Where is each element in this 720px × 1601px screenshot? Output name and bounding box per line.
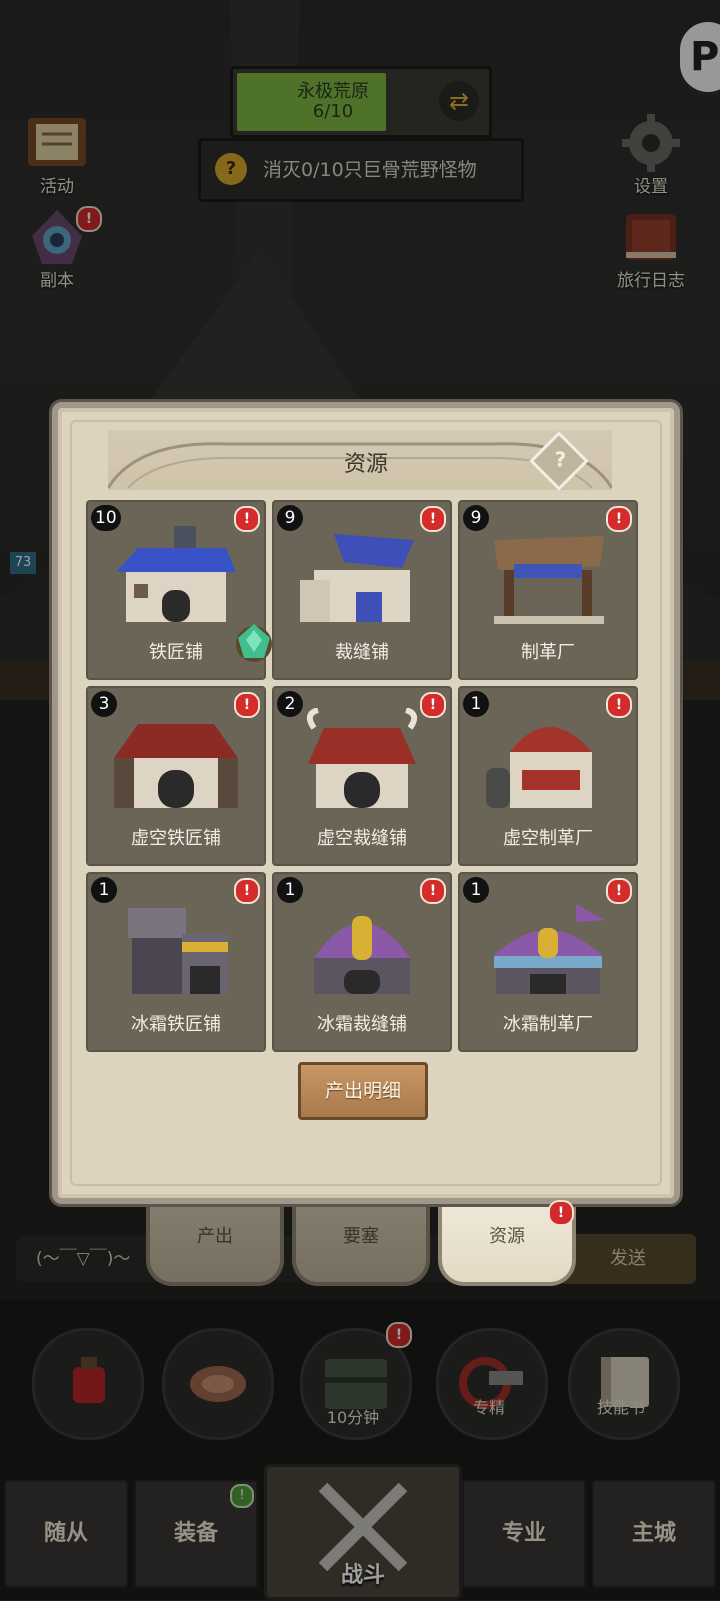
zone-progress-bar[interactable]: 永极荒原 6/10 ⇄ <box>230 66 492 138</box>
emerald-gem-icon[interactable] <box>232 620 276 664</box>
nav-battle-label: 战斗 <box>340 1563 385 1588</box>
building-grid: 10 ! 铁匠铺 9 ! 裁缝铺 9 ! 制革厂 3 ! 虚空铁匠铺 2 ! 虚… <box>86 500 638 1052</box>
swap-zone-icon[interactable]: ⇄ <box>439 81 479 121</box>
equipment-alert-badge: ! <box>230 1484 254 1508</box>
building-count: 1 <box>463 877 489 903</box>
building-count: 1 <box>277 877 303 903</box>
building-alert: ! <box>606 692 632 718</box>
building-card-void-tannery[interactable]: 1 ! 虚空制革厂 <box>458 686 638 866</box>
task-question-icon: ? <box>215 153 247 185</box>
specialization-button[interactable] <box>436 1328 548 1440</box>
gear-icon <box>622 114 680 172</box>
potion-icon <box>73 1357 105 1403</box>
building-name: 虚空制革厂 <box>503 828 593 849</box>
building-alert: ! <box>234 692 260 718</box>
building-card-frost-blacksmith[interactable]: 1 ! 冰霜铁匠铺 <box>86 872 266 1052</box>
building-alert: ! <box>606 878 632 904</box>
task-bar[interactable]: ? 消灭0/10只巨骨荒野怪物 <box>198 138 524 202</box>
skill-book-label: 技能书 <box>596 1398 645 1417</box>
tailor-icon <box>300 534 414 622</box>
dungeon-label: 副本 <box>40 271 74 291</box>
building-name: 裁缝铺 <box>335 642 389 663</box>
frost-tannery-icon <box>494 904 604 994</box>
chest-alert-badge: ! <box>386 1322 412 1348</box>
building-card-frost-tailor[interactable]: 1 ! 冰霜裁缝铺 <box>272 872 452 1052</box>
chest-timer-label: 10分钟 <box>326 1408 380 1427</box>
axe-icon <box>459 1357 523 1409</box>
building-card-tannery[interactable]: 9 ! 制革厂 <box>458 500 638 680</box>
settings-button[interactable]: 设置 <box>606 112 696 197</box>
level-badge: 73 <box>10 552 36 574</box>
events-button[interactable]: 活动 <box>12 112 102 197</box>
tab-resources-alert: ! <box>548 1200 574 1226</box>
building-alert: ! <box>606 506 632 532</box>
food-button[interactable] <box>162 1328 274 1440</box>
zone-count: 6/10 <box>312 101 354 122</box>
nav-main-city[interactable]: 主城 <box>592 1480 716 1588</box>
frost-blacksmith-icon <box>128 908 228 994</box>
building-card-tailor[interactable]: 9 ! 裁缝铺 <box>272 500 452 680</box>
nav-followers[interactable]: 随从 <box>4 1480 128 1588</box>
void-blacksmith-icon <box>114 724 238 808</box>
building-count: 10 <box>91 505 121 531</box>
building-name: 虚空裁缝铺 <box>317 828 407 849</box>
output-detail-button[interactable]: 产出明细 <box>298 1062 428 1120</box>
building-card-void-blacksmith[interactable]: 3 ! 虚空铁匠铺 <box>86 686 266 866</box>
void-tannery-icon <box>486 727 592 808</box>
building-alert: ! <box>234 878 260 904</box>
building-card-frost-tannery[interactable]: 1 ! 冰霜制革厂 <box>458 872 638 1052</box>
building-card-void-tailor[interactable]: 2 ! 虚空裁缝铺 <box>272 686 452 866</box>
building-name: 制革厂 <box>521 642 575 663</box>
potion-button[interactable] <box>32 1328 144 1440</box>
nav-battle[interactable]: 战斗 <box>264 1464 462 1600</box>
nav-profession[interactable]: 专业 <box>462 1480 586 1588</box>
building-count: 2 <box>277 691 303 717</box>
book-icon <box>626 214 676 260</box>
blacksmith-icon <box>116 526 236 622</box>
building-name: 冰霜铁匠铺 <box>131 1014 221 1035</box>
building-alert: ! <box>420 506 446 532</box>
skill-book-icon <box>601 1357 649 1407</box>
send-button[interactable]: 发送 <box>560 1234 696 1284</box>
building-name: 冰霜裁缝铺 <box>317 1014 407 1035</box>
tannery-icon <box>494 536 604 624</box>
skill-book-button[interactable] <box>568 1328 680 1440</box>
zone-title: 永极荒原 <box>297 81 369 102</box>
task-text: 消灭0/10只巨骨荒野怪物 <box>263 159 477 181</box>
tab-resources-label: 资源 <box>489 1226 525 1247</box>
building-count: 9 <box>277 505 303 531</box>
building-name: 冰霜制革厂 <box>503 1014 593 1035</box>
specialization-label: 专精 <box>472 1398 505 1417</box>
building-alert: ! <box>420 692 446 718</box>
tab-output-label: 产出 <box>197 1226 233 1247</box>
building-name: 虚空铁匠铺 <box>131 828 221 849</box>
dungeon-button[interactable]: 副本 ! <box>12 206 102 291</box>
building-alert: ! <box>420 878 446 904</box>
overlay-logo-icon[interactable]: P <box>680 22 720 92</box>
events-label: 活动 <box>40 177 74 197</box>
building-count: 9 <box>463 505 489 531</box>
bottom-nav: 随从 装备 ! 战斗 专业 主城 <box>0 1464 720 1600</box>
building-count: 1 <box>463 691 489 717</box>
building-alert: ! <box>234 506 260 532</box>
frost-tailor-icon <box>314 916 410 994</box>
building-count: 1 <box>91 877 117 903</box>
building-count: 3 <box>91 691 117 717</box>
settings-label: 设置 <box>634 177 668 197</box>
travel-log-button[interactable]: 旅行日志 <box>606 206 696 291</box>
scroll-board-icon <box>28 118 86 166</box>
meat-icon <box>190 1366 246 1402</box>
travel-log-label: 旅行日志 <box>617 271 685 291</box>
help-icon: ? <box>554 447 567 472</box>
dungeon-alert-badge: ! <box>76 206 102 232</box>
void-tailor-icon <box>306 708 418 808</box>
tab-fortress-label: 要塞 <box>343 1226 379 1247</box>
resources-panel: 资源 ? 10 ! 铁匠铺 9 ! 裁缝铺 9 ! 制革厂 3 ! 虚空铁匠铺 … <box>52 402 680 1204</box>
